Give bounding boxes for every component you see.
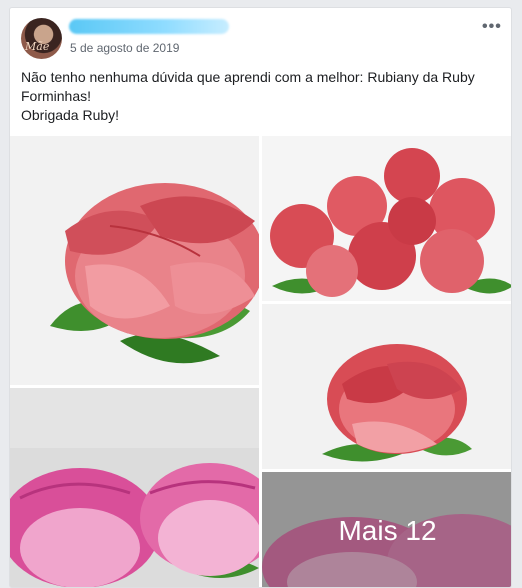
photo-4[interactable] [10,388,259,587]
photo-5[interactable]: Mais 12 [262,472,511,587]
post-date[interactable]: 5 de agosto de 2019 [70,41,179,55]
author-name-redacted[interactable] [69,19,229,34]
photo-2[interactable] [262,136,511,301]
avatar[interactable]: Mãe [21,18,62,59]
photo-1[interactable] [10,136,259,385]
more-photos-label: Mais 12 [338,514,437,546]
more-options-icon[interactable]: ••• [482,18,502,36]
post-text-line-2: Forminhas! [21,88,92,104]
more-photos-overlay[interactable]: Mais 12 [262,472,511,587]
post-text: Não tenho nenhuma dúvida que aprendi com… [21,68,501,125]
avatar-label: Mãe [25,40,50,53]
post-text-line-3: Obrigada Ruby! [21,107,120,123]
photo-3[interactable] [262,304,511,469]
post-text-line-1: Não tenho nenhuma dúvida que aprendi com… [21,69,475,85]
post-card: Mãe 5 de agosto de 2019 ••• Não tenho ne… [9,7,512,588]
